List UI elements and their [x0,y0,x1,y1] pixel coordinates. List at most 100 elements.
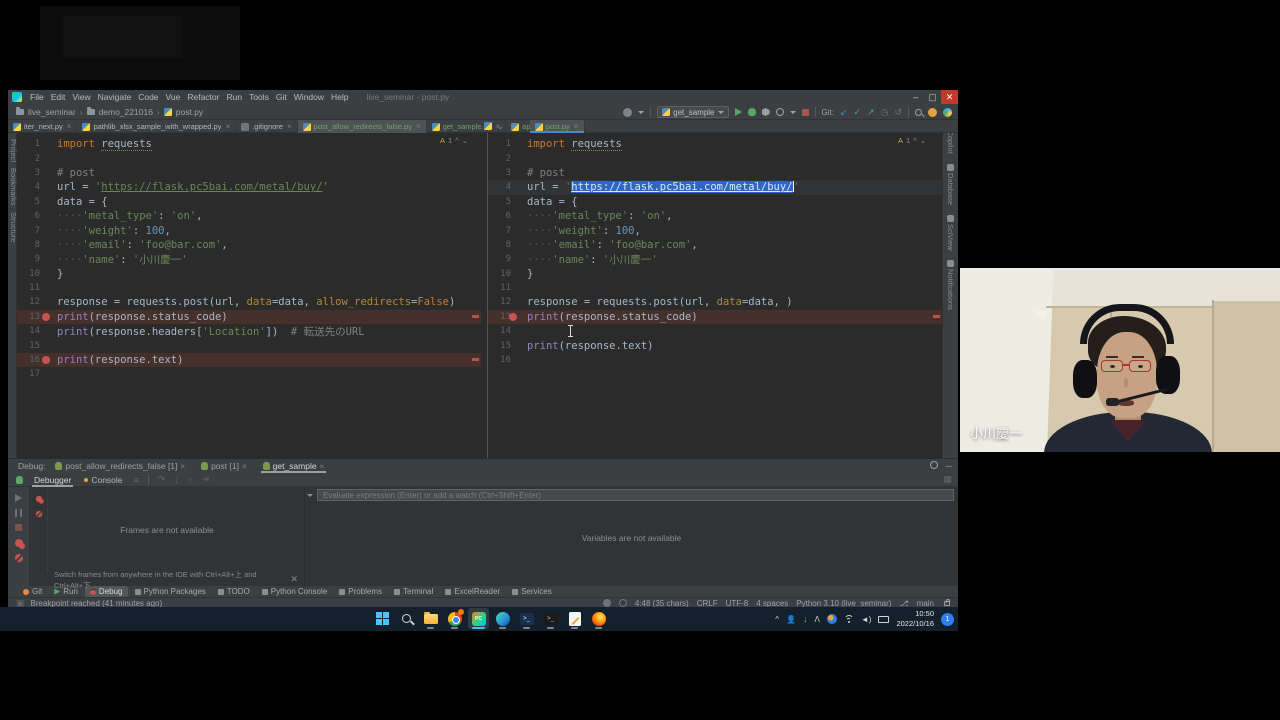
git-commit-icon[interactable]: ✓ [854,108,862,117]
run-button[interactable] [735,108,742,116]
git-push-icon[interactable]: ↗ [867,108,875,117]
menu-refactor[interactable]: Refactor [187,92,219,102]
breakpoints-icon[interactable] [35,496,41,502]
close-tab-icon[interactable]: × [287,122,292,131]
tab-post-allow-redirects-false-py[interactable]: post_allow_redirects_false.py× [298,120,427,133]
menu-tools[interactable]: Tools [249,92,269,102]
editor-pane-left[interactable]: 1import requests23# post4url = 'https://… [17,133,481,458]
view-breakpoints-icon[interactable] [15,539,23,547]
profiler-button[interactable] [776,108,784,116]
gear-icon[interactable] [930,461,938,469]
watch-dropdown-icon[interactable] [307,494,313,497]
rollback-icon[interactable]: ↺ [894,108,902,117]
step-out-icon[interactable]: ↑ [188,475,193,485]
minimize-button[interactable]: – [907,90,924,104]
view-tab-debugger[interactable]: Debugger [32,473,73,487]
toolwindow-git[interactable]: Git [18,586,47,597]
menu-file[interactable]: File [30,92,44,102]
close-tab-icon[interactable]: × [416,122,421,131]
user-icon[interactable] [623,108,632,117]
menu-view[interactable]: View [72,92,90,102]
tray-user-icon[interactable]: 👤 [786,615,796,624]
toolwindow-excelreader[interactable]: ExcelReader [440,586,505,597]
tool-stripe-notifications[interactable]: Notifications [946,260,955,310]
menu-git[interactable]: Git [276,92,287,102]
start-button[interactable] [372,608,393,629]
close-tab-icon[interactable]: × [225,122,230,131]
debug-session-post-allow-redirects-false-1-[interactable]: post_allow_redirects_false [1]× [53,459,187,473]
close-tab-icon[interactable]: × [67,122,72,131]
pycharm-taskbar-button[interactable]: PC [468,608,489,629]
tab-post-py[interactable]: post.py× [530,120,585,133]
tab-list-chevron-icon[interactable]: ⌄ [497,122,504,131]
debug-session-get-sample[interactable]: get_sample× [261,459,327,473]
tool-stripe-project[interactable]: Project [9,139,18,162]
tab-iter-next-py[interactable]: iter_next.py× [8,120,77,133]
coverage-button[interactable] [762,108,770,116]
view-tab-console[interactable]: Console [82,473,124,487]
menu-code[interactable]: Code [138,92,158,102]
restore-layout-icon[interactable]: ▦ [943,474,952,485]
toolwindow-terminal[interactable]: Terminal [389,586,438,597]
profiler-dropdown-icon[interactable] [790,111,796,114]
mute-breakpoints-icon[interactable] [15,554,23,562]
copilot-status-icon[interactable] [603,599,611,607]
layout-settings-icon[interactable]: ≡ [134,475,139,485]
breakpoint-dot[interactable] [42,356,50,364]
tool-stripe-bookmarks[interactable]: Bookmarks [9,168,18,206]
notepad-button[interactable] [564,608,585,629]
breadcrumb-item[interactable]: demo_221016 [99,107,153,117]
stop-icon[interactable] [15,524,22,531]
run-config-selector[interactable]: get_sample [657,106,728,118]
close-session-icon[interactable]: × [242,462,247,471]
step-into-icon[interactable]: ↓ [174,475,179,485]
toolwindow-services[interactable]: Services [507,586,557,597]
menu-edit[interactable]: Edit [51,92,66,102]
run-to-cursor-icon[interactable]: ⇥ [201,474,209,485]
file-explorer-button[interactable] [420,608,441,629]
taskbar-clock[interactable]: 10:50 2022/10/16 [896,609,934,629]
code-with-me-icon[interactable] [943,108,952,117]
history-icon[interactable]: ◷ [881,108,889,117]
toolwindow-problems[interactable]: Problems [334,586,387,597]
sync-status-icon[interactable] [619,599,627,607]
tool-stripe-github-copilot[interactable]: GitHub Copilot [946,133,955,154]
close-hint-icon[interactable]: ✕ [290,574,298,585]
hide-panel-icon[interactable]: ─ [946,461,952,471]
tool-stripe-structure[interactable]: Structure [9,212,18,242]
pause-icon[interactable] [15,509,22,517]
menu-navigate[interactable]: Navigate [98,92,132,102]
menu-vue[interactable]: Vue [166,92,181,102]
taskbar-search-button[interactable] [396,608,417,629]
tab--gitignore[interactable]: .gitignore× [236,120,298,133]
powershell-button[interactable]: >_ [516,608,537,629]
tray-download-icon[interactable]: ↓ [803,614,808,624]
breadcrumb-item[interactable]: live_seminar [28,107,76,117]
breakpoint-dot[interactable] [42,313,50,321]
volume-icon[interactable]: ◄) [861,615,872,624]
search-everywhere-icon[interactable] [915,109,922,116]
tab-options-icon[interactable]: ⋮ [509,122,517,131]
git-update-icon[interactable]: ↙ [840,108,848,117]
menu-help[interactable]: Help [331,92,348,102]
resume-icon[interactable] [15,494,22,502]
edge-button[interactable] [492,608,513,629]
close-session-icon[interactable]: × [180,462,185,471]
maximize-button[interactable]: ▢ [924,90,941,104]
chrome-button[interactable] [444,608,465,629]
close-session-icon[interactable]: × [320,462,325,471]
notification-badge[interactable]: 1 [941,613,954,626]
stop-button[interactable] [802,109,809,116]
close-tab-icon[interactable]: × [574,122,579,131]
inspection-widget-right[interactable]: A1^⌄ [898,136,926,145]
menu-window[interactable]: Window [294,92,324,102]
ime-keyboard-icon[interactable] [878,616,889,623]
editor-pane-right[interactable]: 1import requests23# post4url = 'https://… [487,133,942,458]
account-avatar[interactable] [928,108,937,117]
debug-button[interactable] [748,108,756,116]
tab-pathlib-xlsx-sample-with-wrapped-py[interactable]: pathlib_xlsx_sample_with_wrapped.py× [77,120,236,133]
breakpoint-dot[interactable] [509,313,517,321]
tool-stripe-database[interactable]: Database [946,164,955,205]
inspection-widget-left[interactable]: A1^⌄ [440,136,468,145]
tool-stripe-sciview[interactable]: SciView [946,215,955,251]
